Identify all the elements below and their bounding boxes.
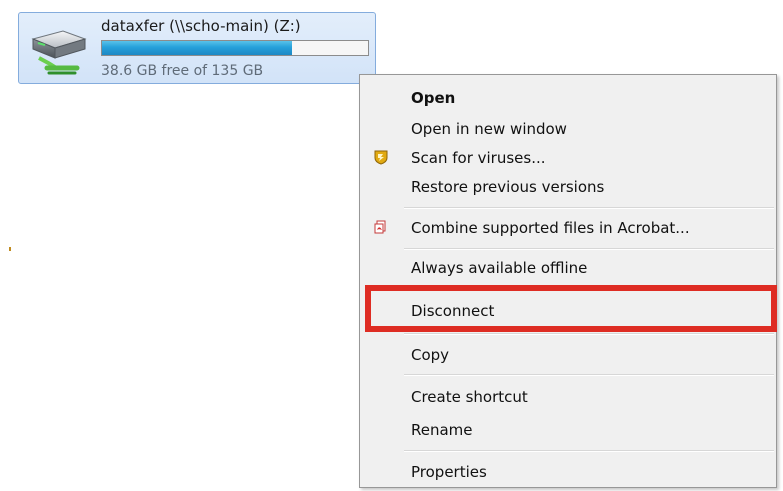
menu-item-properties[interactable]: Properties bbox=[360, 457, 776, 487]
drive-usage-fill bbox=[102, 41, 292, 55]
menu-item-label: Disconnect bbox=[411, 302, 495, 320]
menu-item-disconnect[interactable]: Disconnect bbox=[360, 296, 776, 326]
menu-item-always-available-offline[interactable]: Always available offline bbox=[360, 253, 776, 283]
context-menu: Open Open in new window Scan for viruses… bbox=[359, 74, 777, 488]
menu-separator bbox=[404, 207, 774, 209]
menu-item-label: Open bbox=[411, 89, 456, 107]
menu-separator bbox=[404, 374, 774, 376]
menu-item-label: Create shortcut bbox=[411, 388, 528, 406]
menu-item-label: Rename bbox=[411, 421, 473, 439]
menu-item-label: Properties bbox=[411, 463, 487, 481]
decorative-mark bbox=[9, 247, 11, 251]
network-drive-tile[interactable]: dataxfer (\\scho-main) (Z:) 38.6 GB free… bbox=[18, 12, 376, 84]
menu-item-label: Always available offline bbox=[411, 259, 588, 277]
menu-item-label: Open in new window bbox=[411, 120, 567, 138]
network-drive-icon bbox=[31, 30, 87, 75]
menu-separator bbox=[404, 288, 774, 290]
menu-item-label: Restore previous versions bbox=[411, 178, 605, 196]
menu-item-open-in-new-window[interactable]: Open in new window bbox=[360, 114, 776, 144]
drive-usage-bar bbox=[101, 40, 369, 56]
menu-item-combine-in-acrobat[interactable]: Combine supported files in Acrobat... bbox=[360, 213, 776, 243]
menu-item-label: Combine supported files in Acrobat... bbox=[411, 219, 690, 237]
drive-name: dataxfer (\\scho-main) (Z:) bbox=[101, 17, 301, 35]
menu-item-rename[interactable]: Rename bbox=[360, 415, 776, 445]
menu-item-scan-for-viruses[interactable]: Scan for viruses... bbox=[360, 143, 776, 173]
acrobat-combine-icon bbox=[374, 220, 386, 234]
menu-separator bbox=[404, 248, 774, 250]
screenshot-stage: dataxfer (\\scho-main) (Z:) 38.6 GB free… bbox=[0, 0, 783, 491]
menu-item-copy[interactable]: Copy bbox=[360, 340, 776, 370]
menu-item-open[interactable]: Open bbox=[360, 83, 776, 113]
menu-separator bbox=[404, 333, 774, 335]
antivirus-shield-icon bbox=[374, 150, 388, 165]
menu-item-label: Scan for viruses... bbox=[411, 149, 546, 167]
menu-item-restore-previous-versions[interactable]: Restore previous versions bbox=[360, 172, 776, 202]
menu-item-label: Copy bbox=[411, 346, 450, 364]
drive-free-space: 38.6 GB free of 135 GB bbox=[101, 63, 264, 79]
menu-separator bbox=[404, 450, 774, 452]
menu-item-create-shortcut[interactable]: Create shortcut bbox=[360, 382, 776, 412]
